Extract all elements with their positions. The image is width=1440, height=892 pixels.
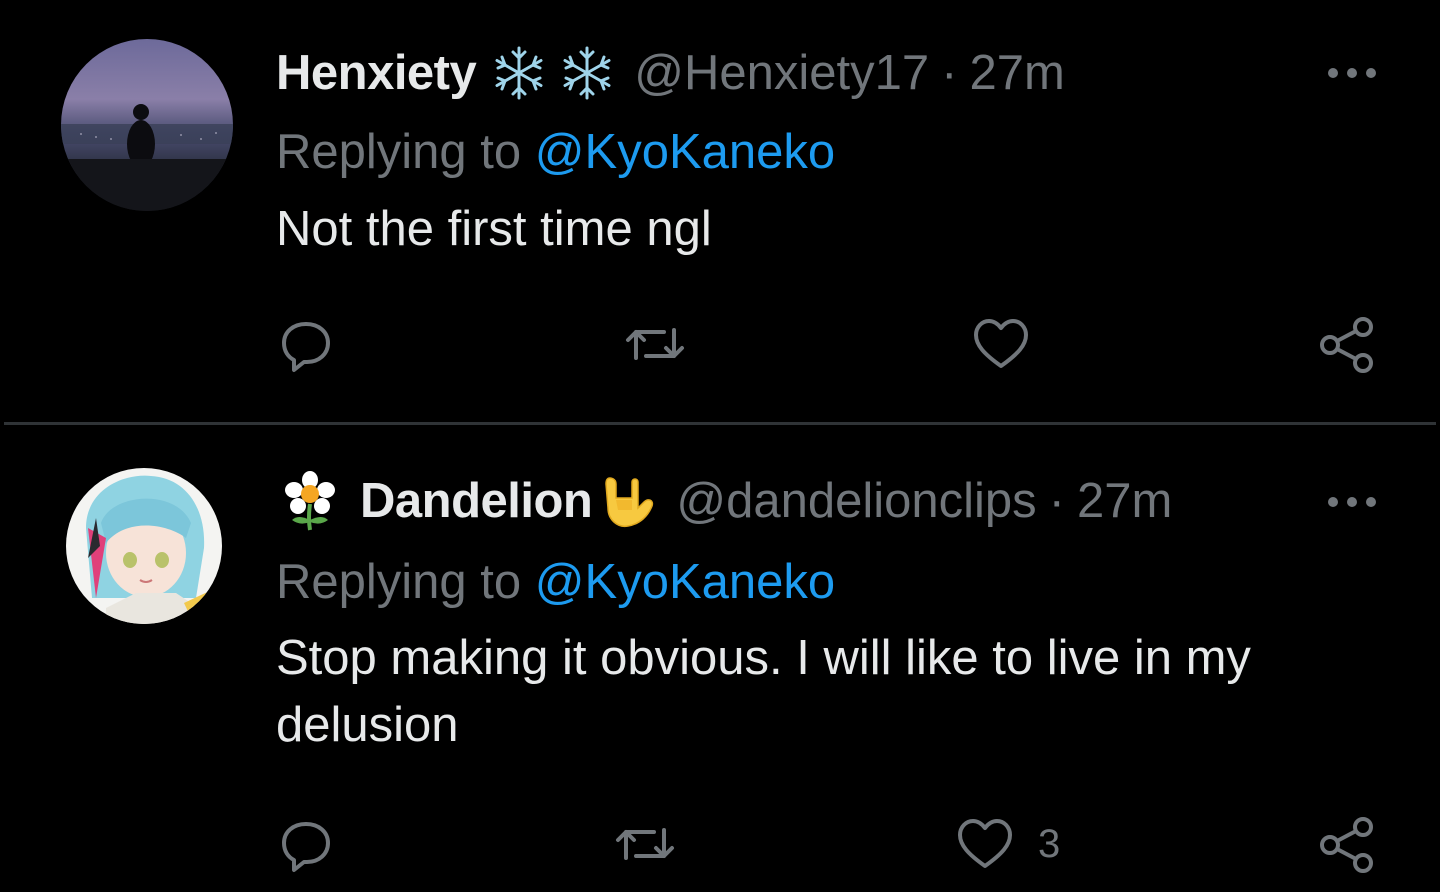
reply-icon (282, 822, 330, 872)
tweet[interactable]: Dandelion @dandelionclips · 27m Replying… (0, 426, 1440, 892)
display-name[interactable]: Dandelion (360, 473, 593, 529)
tweet-actions (0, 314, 1440, 374)
like-count: 3 (1038, 821, 1061, 866)
tweet[interactable]: Henxiety @Henxiety17 · 27m Replying to @… (0, 0, 1440, 424)
user-handle[interactable]: @dandelionclips (676, 473, 1036, 529)
more-options-icon[interactable] (1328, 68, 1376, 78)
user-handle[interactable]: @Henxiety17 (634, 45, 929, 101)
snowflake-icon (490, 44, 548, 102)
separator-dot: · (1048, 474, 1065, 528)
retweet-button[interactable] (622, 314, 710, 374)
tweet-actions: 3 (0, 814, 1440, 874)
separator-dot: · (941, 46, 958, 100)
avatar[interactable] (61, 39, 233, 211)
rock-hand-icon (596, 470, 658, 532)
retweet-icon (616, 828, 674, 860)
share-icon (1320, 317, 1373, 373)
tweet-header: Henxiety @Henxiety17 · 27m (276, 38, 1380, 108)
reply-button[interactable] (276, 314, 358, 374)
replying-to-label: Replying to (276, 125, 522, 179)
share-button[interactable] (1316, 814, 1378, 876)
retweet-button[interactable] (612, 814, 700, 874)
mention-link[interactable]: @KyoKaneko (535, 555, 835, 609)
replying-to-line: Replying to @KyoKaneko (276, 124, 835, 180)
timestamp[interactable]: 27m (969, 45, 1064, 101)
avatar[interactable] (66, 468, 222, 624)
more-options-icon[interactable] (1328, 497, 1376, 507)
replying-to-line: Replying to @KyoKaneko (276, 554, 835, 610)
tweet-text: Stop making it obvious. I will like to l… (276, 631, 1251, 752)
timestamp[interactable]: 27m (1077, 473, 1172, 529)
heart-icon (974, 319, 1028, 368)
tweet-text: Not the first time ngl (276, 202, 712, 256)
like-button[interactable] (970, 314, 1054, 374)
tweet-header: Dandelion @dandelionclips · 27m (276, 466, 1380, 536)
snowflake-icon (558, 44, 616, 102)
reply-button[interactable] (276, 814, 358, 874)
tweet-divider (4, 422, 1436, 425)
share-button[interactable] (1316, 314, 1378, 376)
like-button[interactable]: 3 (954, 814, 1060, 874)
retweet-icon (626, 328, 684, 360)
mention-link[interactable]: @KyoKaneko (535, 125, 835, 179)
reply-icon (282, 322, 330, 372)
heart-icon (958, 819, 1012, 868)
flower-icon (282, 470, 338, 532)
display-name[interactable]: Henxiety (276, 45, 477, 101)
replying-to-label: Replying to (276, 555, 522, 609)
share-icon (1320, 817, 1373, 873)
